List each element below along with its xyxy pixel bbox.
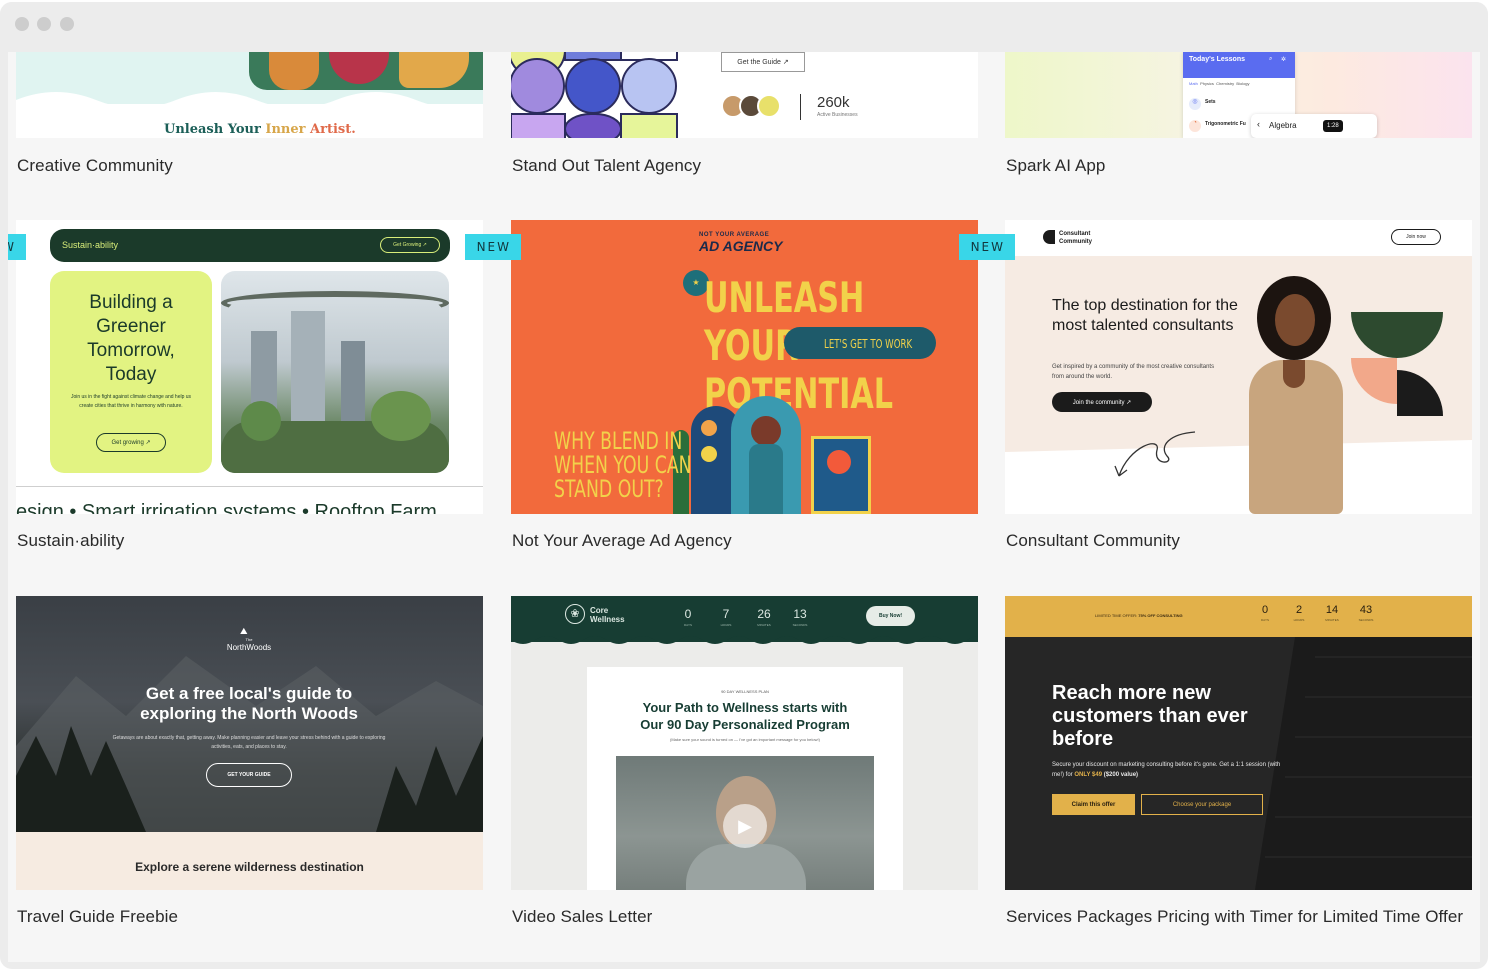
maximize-window-button[interactable] <box>60 17 74 31</box>
hero-headline: Building a Greener Tomorrow, Today <box>87 292 175 385</box>
green-city-image <box>221 271 449 473</box>
sales-letter-card: 90 DAY WELLNESS PLAN Your Path to Wellne… <box>587 667 903 890</box>
wellness-logo-icon: ❀ <box>565 604 585 624</box>
lesson-item-sets[interactable]: Sets <box>1205 99 1216 105</box>
brand-name: The NorthWoods <box>226 637 272 652</box>
template-preview[interactable]: Unleash Your Inner Artist. <box>16 52 483 138</box>
hero-body: Secure your discount on marketing consul… <box>1052 762 1281 778</box>
buy-now-button[interactable]: Buy Now! <box>866 606 915 626</box>
preview-tagline: Unleash Your Inner Artist. <box>164 122 356 137</box>
get-your-guide-button[interactable]: GET YOUR GUIDE <box>206 763 292 787</box>
agency-logo: AD AGENCY <box>699 238 783 254</box>
template-preview[interactable]: ⛰ The NorthWoods Get a free local's guid… <box>16 596 483 890</box>
new-badge: NEW <box>464 234 521 260</box>
hero-body: Join us in the fight against climate cha… <box>70 394 192 409</box>
template-title[interactable]: Not Your Average Ad Agency <box>512 527 979 555</box>
ticker-text: esign • Smart irrigation systems • Rooft… <box>16 501 437 514</box>
template-gallery: Unleash Your Inner Artist. Creative Comm… <box>8 52 1480 962</box>
stat-value: 260k <box>817 94 850 111</box>
retro-art-collage <box>671 380 871 514</box>
brand-logo-icon <box>1043 230 1055 244</box>
close-window-button[interactable] <box>15 17 29 31</box>
lesson-item-trig[interactable]: Trigonometric Fu <box>1205 121 1246 127</box>
new-badge: NEW <box>8 234 26 260</box>
claim-offer-button[interactable]: Claim this offer <box>1052 794 1135 815</box>
chevron-left-icon[interactable]: ‹ <box>1257 119 1260 129</box>
template-preview[interactable]: Today's Lessons ⌕ ✲ Math Physics Chemist… <box>1005 52 1472 138</box>
template-title[interactable]: Stand Out Talent Agency <box>512 152 979 180</box>
template-title[interactable]: Sustain·ability <box>17 527 484 555</box>
offer-banner: LIMITED TIME OFFER: 75% OFF CONSULTING 0… <box>1005 596 1472 637</box>
hero-body: Getaways are about exactly that, getting… <box>112 735 386 750</box>
subject-tabs: Math Physics Chemistry Biology <box>1189 81 1250 86</box>
hero-headline: Reach more new customers than ever befor… <box>1052 682 1248 750</box>
stat-label: Active Businesses <box>817 112 858 118</box>
shape-green <box>1351 312 1443 358</box>
scribble-arrow-icon <box>1114 431 1196 477</box>
trig-icon: ◔ <box>1189 120 1201 132</box>
get-growing-button[interactable]: Get growing ↗ <box>96 433 166 452</box>
minimize-window-button[interactable] <box>37 17 51 31</box>
forest-hero-image: ⛰ The NorthWoods Get a free local's guid… <box>16 596 483 832</box>
sets-icon: ◎ <box>1189 98 1201 110</box>
footer-tagline: Explore a serene wilderness destination <box>135 860 364 874</box>
settings-icon[interactable]: ✲ <box>1281 56 1286 63</box>
avatar-group <box>721 94 787 120</box>
wave-background <box>1005 440 1472 514</box>
template-title[interactable]: Video Sales Letter <box>512 903 979 931</box>
template-title[interactable]: Creative Community <box>17 152 484 180</box>
consultant-photo <box>1241 276 1347 514</box>
shapes-illustration <box>511 52 678 138</box>
sales-headline: Your Path to Wellness starts with Our 90… <box>640 700 850 732</box>
algebra-chip[interactable]: ‹ Algebra 1:28 <box>1251 114 1377 138</box>
get-the-guide-button[interactable]: Get the Guide ↗ <box>721 52 805 72</box>
template-preview[interactable]: Sustain·ability Get Growing ↗ Building a… <box>16 220 483 514</box>
lessons-panel-title: Today's Lessons <box>1189 56 1245 63</box>
hero-headline: The top destination for the most talente… <box>1052 297 1238 334</box>
join-community-button[interactable]: Join the community ↗ <box>1052 392 1152 412</box>
lets-get-to-work-button[interactable]: LET'S GET TO WORK <box>784 327 936 359</box>
join-now-button[interactable]: Join now <box>1391 229 1441 245</box>
template-title[interactable]: Consultant Community <box>1006 527 1473 555</box>
browser-window: Unleash Your Inner Artist. Creative Comm… <box>0 2 1488 969</box>
preview-navbar: Sustain·ability Get Growing ↗ <box>50 229 450 262</box>
play-icon[interactable]: ▶ <box>723 804 767 848</box>
hero-headline: Get a free local's guide to exploring th… <box>140 684 358 723</box>
template-preview[interactable]: Get the Guide ↗ 260k Active Businesses <box>511 52 978 138</box>
timer-chip: 1:28 <box>1323 120 1343 132</box>
template-title[interactable]: Travel Guide Freebie <box>17 903 484 931</box>
template-preview[interactable]: LIMITED TIME OFFER: 75% OFF CONSULTING 0… <box>1005 596 1472 890</box>
template-preview[interactable]: ❀ Core Wellness 0 DAYS 7 HOURS 26 MINUTE… <box>511 596 978 890</box>
template-preview[interactable]: Consultant Community Join now The top de… <box>1005 220 1472 514</box>
brand-name: Core Wellness <box>590 606 625 624</box>
hero-card: Building a Greener Tomorrow, Today Join … <box>50 271 212 473</box>
hero-body: Get inspired by a community of the most … <box>1052 364 1215 380</box>
building-background <box>1255 637 1472 890</box>
brand-name: Consultant Community <box>1059 231 1092 245</box>
template-preview[interactable]: NOT YOUR AVERAGE AD AGENCY ★ UNLEASH YOU… <box>511 220 978 514</box>
template-title[interactable]: Spark AI App <box>1006 152 1473 180</box>
new-badge: NEW <box>958 234 1015 260</box>
title-bar <box>0 2 1488 52</box>
choose-package-button[interactable]: Choose your package <box>1141 794 1263 815</box>
artists-photo <box>249 52 483 90</box>
template-title[interactable]: Services Packages Pricing with Timer for… <box>1006 903 1473 931</box>
video-player[interactable]: ▶ <box>616 756 874 890</box>
search-icon[interactable]: ⌕ <box>1269 56 1272 63</box>
